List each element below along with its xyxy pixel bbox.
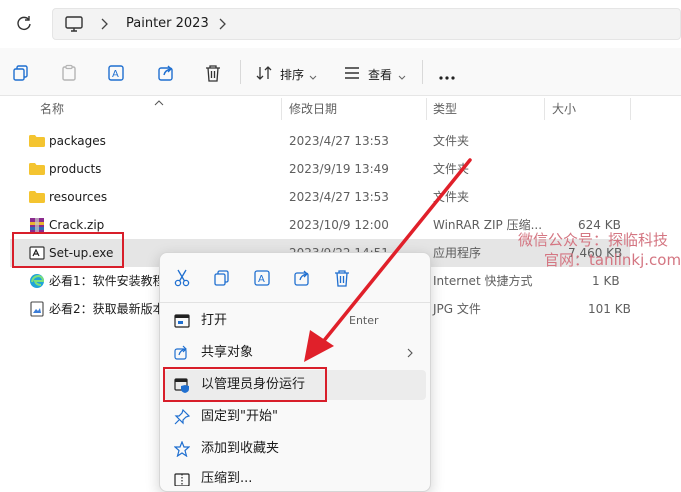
cut-icon[interactable]: [172, 268, 192, 288]
svg-text:A: A: [112, 69, 119, 80]
view-icon[interactable]: [344, 66, 360, 80]
paste-icon[interactable]: [60, 64, 78, 82]
chevron-down-icon[interactable]: [309, 70, 317, 80]
watermark-line1: 微信公众号：探临科技: [518, 231, 669, 249]
file-name: resources: [49, 190, 108, 204]
file-name: packages: [49, 134, 106, 148]
star-icon: [174, 441, 190, 457]
refresh-icon[interactable]: [14, 14, 34, 34]
pin-icon: [174, 409, 190, 425]
column-header-modified[interactable]: 修改日期: [289, 96, 337, 122]
column-divider[interactable]: [426, 98, 427, 120]
more-icon[interactable]: [438, 70, 456, 80]
column-divider[interactable]: [630, 98, 631, 120]
chevron-right-icon[interactable]: [98, 17, 110, 31]
command-bar: [0, 48, 681, 96]
file-size: 1 KB: [592, 274, 620, 288]
annotation-arrow: [304, 158, 472, 362]
highlight-box-run-as-admin: [163, 367, 327, 402]
sort-indicator-icon: [154, 95, 164, 106]
edge-icon: [30, 274, 45, 288]
view-button[interactable]: 查看: [368, 66, 392, 83]
delete-icon[interactable]: [204, 63, 222, 83]
share-icon[interactable]: [156, 63, 176, 83]
highlight-box-setup: [12, 232, 124, 268]
svg-text:A: A: [258, 274, 265, 285]
menu-item-label: 打开: [201, 313, 228, 328]
toolbar-separator: [422, 60, 423, 84]
menu-item-pin-start[interactable]: 固定到"开始": [164, 403, 426, 431]
file-name: 必看2：获取最新版本: [49, 302, 165, 316]
copy-path-icon[interactable]: [12, 64, 30, 82]
sort-icon[interactable]: [256, 65, 272, 81]
column-divider[interactable]: [281, 98, 282, 120]
folder-icon: [29, 191, 45, 203]
toolbar-separator: [240, 60, 241, 84]
file-size: 101 KB: [588, 302, 631, 316]
column-divider[interactable]: [544, 98, 545, 120]
folder-icon: [29, 163, 45, 175]
winrar-icon: [30, 218, 44, 232]
chevron-down-icon[interactable]: [398, 70, 406, 80]
monitor-icon: [64, 14, 84, 34]
rename-icon[interactable]: A: [252, 268, 272, 288]
jpg-icon: [30, 301, 44, 317]
file-name: 必看1：软件安装教程: [49, 274, 165, 288]
copy-icon[interactable]: [212, 268, 232, 288]
open-icon: [174, 314, 190, 328]
rename-icon[interactable]: A: [106, 63, 126, 83]
sort-button[interactable]: 排序: [280, 66, 304, 83]
menu-item-compress[interactable]: 压缩到...: [164, 465, 426, 486]
column-header-name[interactable]: 名称: [40, 96, 64, 122]
watermark-line2: 官网：tanlinkj.com: [544, 251, 681, 269]
file-name: products: [49, 162, 102, 176]
zip-folder-icon: [174, 473, 190, 486]
menu-item-label: 压缩到...: [201, 471, 253, 486]
share-icon: [174, 345, 187, 360]
menu-item-label: 共享对象: [201, 345, 254, 360]
menu-item-label: 添加到收藏夹: [201, 441, 280, 456]
column-header-type[interactable]: 类型: [433, 96, 457, 122]
breadcrumb-folder[interactable]: Painter 2023: [126, 16, 209, 31]
menu-item-label: 固定到"开始": [201, 409, 278, 424]
chevron-right-icon[interactable]: [216, 17, 228, 31]
folder-icon: [29, 135, 45, 147]
column-header-size[interactable]: 大小: [552, 96, 576, 122]
menu-item-add-favorites[interactable]: 添加到收藏夹: [164, 435, 426, 463]
